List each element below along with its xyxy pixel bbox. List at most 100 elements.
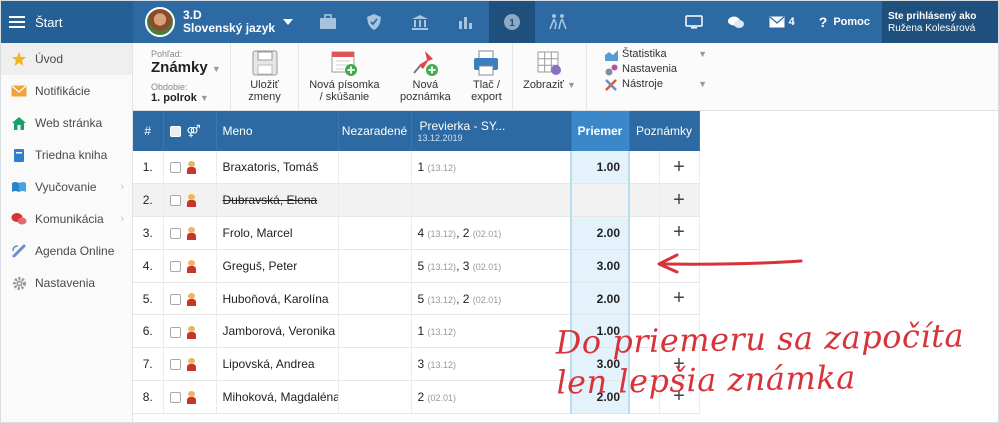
sidebar-item-komunikacia[interactable]: Komunikácia › (1, 203, 132, 235)
grade-value[interactable]: 2 (418, 390, 425, 404)
sidebar-item-agenda-online[interactable]: Agenda Online (1, 235, 132, 267)
new-test-button[interactable]: Nová písomka / skúšanie (301, 49, 387, 103)
student-name-cell[interactable]: Jamborová, Veronika (216, 314, 339, 349)
screen-share-icon[interactable] (673, 1, 715, 43)
grades-icon[interactable]: 1 (489, 1, 535, 43)
chat-icon[interactable] (715, 1, 757, 43)
grade-value[interactable]: 2 (463, 226, 470, 240)
row-checkbox[interactable] (169, 228, 181, 240)
menu-settings-label: Nastavenia (622, 63, 678, 75)
grade-value[interactable]: 2 (463, 292, 470, 306)
save-button[interactable]: Uložiť zmeny (240, 49, 288, 103)
grade-date: (13.12) (427, 360, 457, 371)
row-checkbox[interactable] (169, 195, 181, 207)
view-selector[interactable]: Pohľad: Známky ▼ Obdobie: 1. polrok ▼ (133, 43, 231, 111)
row-select-cell (163, 314, 217, 349)
col-test-header[interactable]: Previerka - SY... 13.12.2019 (411, 111, 572, 151)
add-note-button[interactable]: + (659, 282, 700, 316)
chevron-right-icon: › (120, 181, 124, 193)
unsorted-cell[interactable] (338, 314, 412, 349)
row-number: 7. (133, 347, 164, 382)
student-name-cell[interactable]: Frolo, Marcel (216, 216, 339, 250)
row-checkbox[interactable] (169, 392, 181, 404)
unsorted-cell[interactable] (338, 347, 412, 382)
grade-date: (02.01) (427, 392, 457, 403)
student-name-cell[interactable]: Mihoková, Magdaléna (216, 380, 339, 414)
grade-value[interactable]: 1 (418, 324, 425, 338)
class-selector[interactable]: 3.D Slovenský jazyk (145, 7, 305, 37)
floppy-icon (252, 50, 277, 76)
menu-statistics[interactable]: Štatistika ▼ (605, 47, 707, 62)
menu-tools[interactable]: Nástroje ▼ (605, 77, 707, 92)
test-grades-cell[interactable]: 5 (13.12), 3 (02.01) (411, 249, 572, 283)
student-name-cell[interactable]: Lipovská, Andrea (216, 347, 339, 382)
add-note-button[interactable]: + (659, 183, 700, 218)
grade-value[interactable]: 4 (418, 226, 425, 240)
shield-icon[interactable] (351, 1, 397, 43)
unsorted-cell[interactable] (338, 282, 412, 316)
unsorted-cell[interactable] (338, 380, 412, 414)
menu-settings[interactable]: Nastavenia (605, 62, 707, 77)
activity-icon[interactable] (535, 1, 581, 43)
link-icon (11, 243, 27, 259)
row-checkbox[interactable] (169, 162, 181, 174)
test-grades-cell[interactable]: 4 (13.12), 2 (02.01) (411, 216, 572, 250)
col-name-header[interactable]: Meno (216, 111, 339, 151)
test-grades-cell[interactable]: 2 (02.01) (411, 380, 572, 414)
messages-button[interactable]: 4 (757, 1, 807, 43)
student-icon (186, 161, 196, 175)
annotation-text: Do priemeru sa započíta len lepšia známk… (555, 315, 965, 402)
sidebar-item-nastavenia[interactable]: Nastavenia (1, 267, 132, 299)
grade-value[interactable]: 3 (463, 259, 470, 273)
bar-chart-icon[interactable] (443, 1, 489, 43)
student-name-cell[interactable]: Braxatoris, Tomáš (216, 151, 339, 185)
unsorted-cell[interactable] (338, 249, 412, 283)
briefcase-icon[interactable] (305, 1, 351, 43)
student-name-cell[interactable]: Greguš, Peter (216, 249, 339, 283)
new-test-line2: / skúšanie (319, 91, 370, 103)
sidebar-item-notifikacie[interactable]: Notifikácie (1, 75, 132, 107)
table-row: 3. Frolo, Marcel 4 (13.12), 2 (02.01) 2.00 + (133, 216, 700, 250)
student-icon (186, 227, 196, 241)
unsorted-cell[interactable] (338, 151, 412, 185)
test-grades-cell[interactable]: 3 (13.12) (411, 347, 572, 382)
user-info[interactable]: Ste prihlásený ako Ružena Kolesárová (882, 1, 998, 43)
select-all-checkbox[interactable] (169, 126, 181, 138)
col-num-header: # (133, 111, 164, 151)
row-checkbox[interactable] (169, 326, 181, 338)
grade-value[interactable]: 5 (418, 259, 425, 273)
help-button[interactable]: ? Pomoc (807, 1, 882, 43)
print-export-button[interactable]: Tlač / export (463, 49, 510, 103)
test-grades-cell[interactable] (411, 183, 572, 218)
new-note-button[interactable]: Nová poznámka (392, 49, 459, 103)
sidebar-item-web-stranka[interactable]: Web stránka (1, 107, 132, 139)
table-row: 2. Dubravská, Elena + (133, 183, 700, 218)
row-checkbox[interactable] (169, 293, 181, 305)
unsorted-cell[interactable] (338, 216, 412, 250)
start-menu-button[interactable]: Štart (1, 1, 133, 43)
row-checkbox[interactable] (169, 359, 181, 371)
test-grades-cell[interactable]: 1 (13.12) (411, 314, 572, 349)
tools-menu: Štatistika ▼ Nastavenia Nástroje ▼ (587, 43, 707, 110)
calendar-add-icon (331, 51, 358, 76)
grade-value[interactable]: 5 (418, 292, 425, 306)
student-name-cell[interactable]: Huboňová, Karolína (216, 282, 339, 316)
sidebar-item-triedna-kniha[interactable]: Triedna kniha (1, 139, 132, 171)
sidebar-item-uvod[interactable]: Úvod (1, 43, 132, 75)
student-name-cell[interactable]: Dubravská, Elena (216, 183, 339, 218)
unsorted-cell[interactable] (338, 183, 412, 218)
show-button[interactable]: Zobraziť ▼ (515, 49, 584, 91)
col-select-header: ⚤ (163, 111, 217, 151)
test-grades-cell[interactable]: 1 (13.12) (411, 151, 572, 185)
add-note-button[interactable]: + (659, 151, 700, 185)
test-grades-cell[interactable]: 5 (13.12), 2 (02.01) (411, 282, 572, 316)
period-value[interactable]: 1. polrok (151, 92, 197, 104)
grade-value[interactable]: 3 (418, 357, 425, 371)
average-cell: 2.00 (570, 216, 630, 250)
grade-value[interactable]: 1 (418, 160, 425, 174)
sidebar-item-label: Nastavenia (35, 276, 96, 290)
row-checkbox[interactable] (169, 260, 181, 272)
institution-icon[interactable] (397, 1, 443, 43)
sidebar-item-vyucovanie[interactable]: Vyučovanie › (1, 171, 132, 203)
sidebar-item-label: Agenda Online (35, 244, 115, 258)
